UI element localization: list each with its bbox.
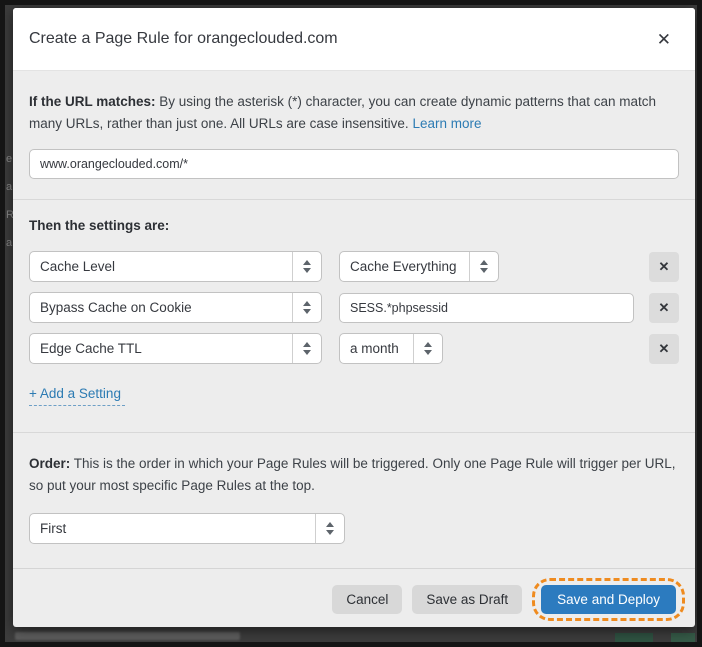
setting-row: Cache Level Cache Everything ✕ (29, 251, 679, 282)
setting-row: Edge Cache TTL a month ✕ (29, 333, 679, 364)
select-arrows-icon (469, 252, 498, 281)
url-pattern-input[interactable] (29, 149, 679, 179)
select-arrows-icon (292, 334, 321, 363)
remove-setting-button[interactable]: ✕ (649, 334, 679, 364)
setting-select[interactable]: Edge Cache TTL (29, 333, 322, 364)
order-description: Order: This is the order in which your P… (29, 453, 679, 497)
add-setting-link[interactable]: + Add a Setting (29, 386, 125, 406)
browser-statusbar-url-hint (15, 632, 240, 640)
x-icon: ✕ (659, 300, 670, 316)
order-label: Order: (29, 456, 70, 471)
setting-value-select[interactable]: a month (339, 333, 443, 364)
background-widget (671, 633, 695, 642)
url-match-description: If the URL matches: By using the asteris… (29, 91, 679, 135)
select-arrows-icon (292, 293, 321, 322)
close-button[interactable]: ✕ (653, 27, 675, 52)
dimmed-page-backdrop: e a R a Create a Page Rule for orangeclo… (5, 5, 697, 642)
remove-setting-button[interactable]: ✕ (649, 293, 679, 323)
select-arrows-icon (413, 334, 442, 363)
setting-value-input[interactable] (339, 293, 634, 323)
remove-setting-button[interactable]: ✕ (649, 252, 679, 282)
save-and-deploy-button[interactable]: Save and Deploy (541, 585, 676, 614)
save-as-draft-button[interactable]: Save as Draft (412, 585, 522, 614)
screenshot-frame: e a R a Create a Page Rule for orangeclo… (0, 0, 702, 647)
order-section: Order: This is the order in which your P… (13, 432, 695, 568)
close-icon: ✕ (657, 30, 671, 49)
setting-value-select[interactable]: Cache Everything (339, 251, 499, 282)
url-match-section: If the URL matches: By using the asteris… (13, 71, 695, 199)
x-icon: ✕ (659, 259, 670, 275)
url-match-label: If the URL matches: (29, 94, 156, 109)
modal-footer: Cancel Save as Draft Save and Deploy (13, 568, 695, 627)
page-title: Create a Page Rule for orangeclouded.com (29, 30, 338, 48)
setting-select[interactable]: Cache Level (29, 251, 322, 282)
order-select[interactable]: First (29, 513, 345, 544)
settings-heading: Then the settings are: (29, 218, 679, 233)
cancel-button[interactable]: Cancel (332, 585, 402, 614)
modal-body: If the URL matches: By using the asteris… (13, 71, 695, 568)
modal-header: Create a Page Rule for orangeclouded.com… (13, 8, 695, 71)
select-arrows-icon (292, 252, 321, 281)
learn-more-link[interactable]: Learn more (412, 116, 481, 131)
select-arrows-icon (315, 514, 344, 543)
setting-select[interactable]: Bypass Cache on Cookie (29, 292, 322, 323)
settings-section: Then the settings are: Cache Level Cache… (13, 199, 695, 432)
create-page-rule-modal: Create a Page Rule for orangeclouded.com… (13, 8, 695, 627)
annotation-highlight-circle: Save and Deploy (532, 578, 685, 621)
x-icon: ✕ (659, 341, 670, 357)
background-widget (615, 633, 653, 642)
setting-row: Bypass Cache on Cookie ✕ (29, 292, 679, 323)
